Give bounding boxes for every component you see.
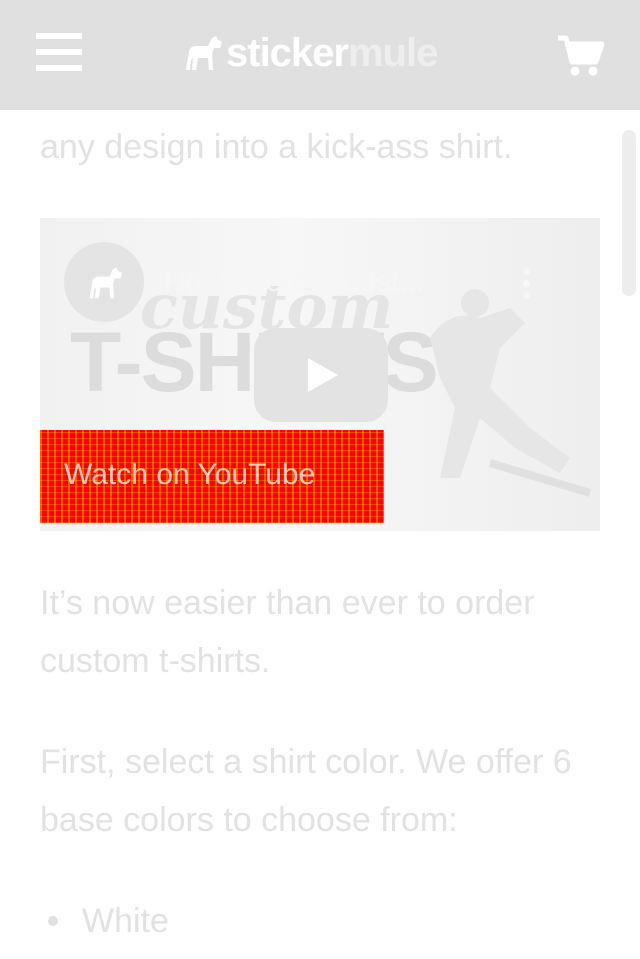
play-icon	[308, 358, 338, 392]
list-item-label: White	[82, 902, 169, 940]
mule-logo-icon	[186, 36, 222, 70]
logo-text-mule: mule	[347, 31, 438, 75]
scrollbar-thumb[interactable]	[622, 130, 636, 296]
intro-text: any design into a kick-ass shirt.	[40, 128, 513, 166]
bullet-icon	[48, 916, 58, 926]
list-item: White	[40, 892, 600, 950]
more-vertical-icon[interactable]	[520, 268, 532, 302]
paragraph-order-easier: It’s now easier than ever to order custo…	[40, 584, 535, 680]
sticker-mule-logo[interactable]: stickermule	[180, 30, 438, 76]
channel-avatar[interactable]	[64, 242, 144, 322]
shopping-cart-icon[interactable]	[556, 32, 604, 78]
youtube-video-embed[interactable]: custom T-SHIRTS How to order cust... Wat…	[40, 218, 600, 531]
watch-on-youtube-label: Watch on YouTube	[64, 458, 316, 491]
top-navigation-bar: stickermule	[0, 0, 640, 110]
mule-logo-icon	[89, 267, 123, 299]
skater-image	[430, 289, 592, 497]
watch-on-youtube-button[interactable]: Watch on YouTube	[40, 430, 384, 523]
paragraph-select-color: First, select a shirt color. We offer 6 …	[40, 743, 572, 839]
hamburger-menu-icon[interactable]	[36, 33, 82, 73]
logo-wordmark: stickermule	[226, 30, 438, 76]
logo-text-sticker: sticker	[226, 31, 349, 75]
play-button[interactable]	[254, 328, 388, 422]
video-title[interactable]: How to order cust...	[164, 262, 484, 302]
